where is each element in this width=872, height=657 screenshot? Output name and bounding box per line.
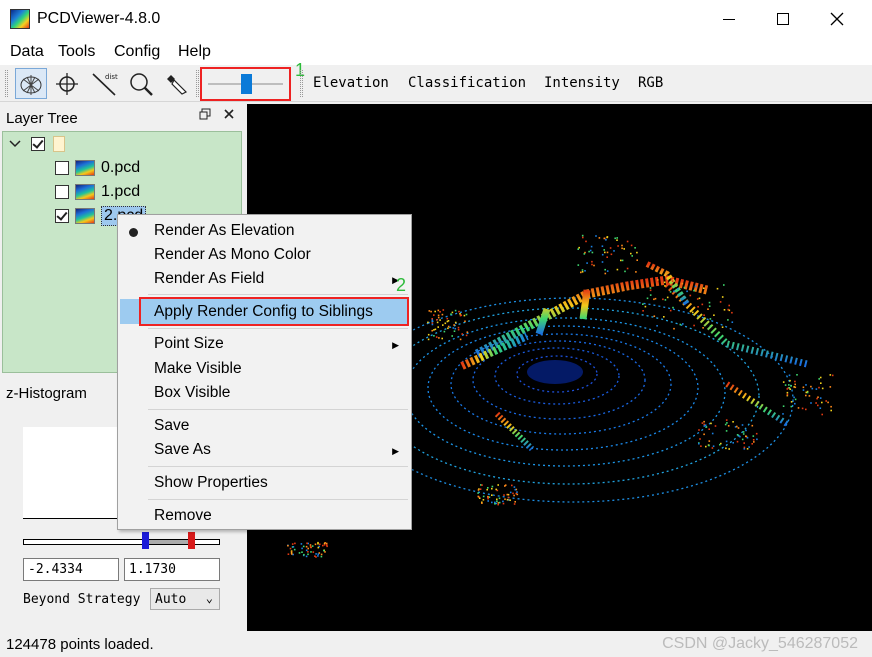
menu-separator — [148, 328, 408, 329]
menu-separator — [148, 466, 408, 467]
root-checkbox[interactable] — [31, 137, 45, 151]
range-max-handle[interactable] — [188, 532, 195, 549]
zoom-tool-icon — [130, 72, 153, 96]
file-checkbox[interactable] — [55, 209, 69, 223]
close-icon — [830, 12, 844, 26]
select-tool-button[interactable] — [15, 68, 47, 99]
annotation-box-2 — [139, 297, 409, 326]
beyond-strategy-label: Beyond Strategy — [23, 592, 141, 607]
beyond-strategy-value: Auto — [155, 592, 187, 607]
range-slider-selection — [148, 540, 192, 544]
submenu-arrow-icon: ▶ — [392, 446, 399, 456]
minimize-icon — [723, 18, 735, 20]
menu-box-visible[interactable]: Box Visible — [154, 384, 230, 402]
file-label[interactable]: 1.pcd — [101, 183, 140, 201]
menu-point-size[interactable]: Point Size — [154, 335, 224, 353]
toolbar: dist 1 Elevation Classification Intensit… — [0, 60, 872, 102]
context-menu: Render As Elevation Render As Mono Color… — [117, 214, 412, 530]
chevron-down-icon: ⌄ — [205, 591, 213, 605]
pointcloud-icon — [75, 208, 95, 224]
render-elevation-button[interactable]: Elevation — [313, 75, 389, 91]
toolbar-grip[interactable] — [300, 70, 303, 97]
close-button[interactable] — [814, 0, 860, 38]
render-intensity-button[interactable]: Intensity — [544, 75, 620, 91]
menu-render-as-elevation[interactable]: Render As Elevation — [154, 222, 294, 240]
tree-file-row[interactable]: 0.pcd — [55, 157, 140, 179]
range-min-handle[interactable] — [142, 532, 149, 549]
window-title: PCDViewer-4.8.0 — [37, 10, 161, 27]
eraser-tool-button[interactable] — [162, 68, 194, 99]
pointcloud-icon — [75, 160, 95, 176]
max-value-input[interactable]: 1.1730 — [124, 558, 220, 581]
menu-data[interactable]: Data — [10, 43, 44, 61]
folder-icon — [53, 136, 65, 152]
menu-render-as-mono-color[interactable]: Render As Mono Color — [154, 246, 311, 264]
distance-tool-button[interactable]: dist — [88, 68, 120, 99]
layer-tree-title: Layer Tree — [6, 110, 78, 127]
menu-help[interactable]: Help — [178, 43, 211, 61]
menu-render-as-field[interactable]: Render As Field — [154, 270, 264, 288]
menu-bar: Data Tools Config Help — [0, 38, 872, 65]
status-text: 124478 points loaded. — [6, 636, 154, 653]
menu-separator — [148, 409, 408, 410]
title-bar: PCDViewer-4.8.0 — [0, 0, 872, 38]
minimize-button[interactable] — [706, 0, 752, 38]
menu-config[interactable]: Config — [114, 43, 160, 61]
tree-root-row[interactable] — [9, 133, 65, 155]
crosshair-tool-icon — [56, 72, 78, 95]
crosshair-tool-button[interactable] — [51, 68, 83, 99]
point-size-slider[interactable] — [200, 67, 291, 101]
render-classification-button[interactable]: Classification — [408, 75, 526, 91]
status-bar: 124478 points loaded. CSDN @Jacky_546287… — [0, 631, 872, 657]
watermark: CSDN @Jacky_546287052 — [662, 635, 858, 652]
zoom-tool-button[interactable] — [125, 68, 157, 99]
min-value-input[interactable]: -2.4334 — [23, 558, 119, 581]
file-checkbox[interactable] — [55, 185, 69, 199]
annotation-number-2: 2 — [396, 275, 407, 295]
histogram-title: z-Histogram — [6, 385, 87, 402]
pcdviewer-window: PCDViewer-4.8.0 Data Tools Config Help d… — [0, 0, 872, 657]
radio-bullet-icon — [129, 228, 138, 237]
distance-tool-icon: dist — [92, 73, 118, 96]
menu-save-as[interactable]: Save As — [154, 441, 211, 459]
pointcloud-icon — [75, 184, 95, 200]
eraser-tool-icon — [167, 74, 188, 95]
file-checkbox[interactable] — [55, 161, 69, 175]
submenu-arrow-icon: ▶ — [392, 340, 399, 350]
slider-handle[interactable] — [241, 74, 252, 94]
file-label[interactable]: 0.pcd — [101, 159, 140, 177]
render-rgb-button[interactable]: RGB — [638, 75, 663, 91]
menu-save[interactable]: Save — [154, 417, 189, 435]
menu-separator — [148, 499, 408, 500]
beyond-strategy-select[interactable]: Auto ⌄ — [150, 588, 220, 610]
toolbar-grip[interactable] — [5, 70, 8, 97]
menu-make-visible[interactable]: Make Visible — [154, 360, 242, 378]
tree-file-row[interactable]: 1.pcd — [55, 181, 140, 203]
svg-text:dist: dist — [105, 73, 118, 81]
layer-tree-titlebar: Layer Tree — [0, 105, 245, 131]
menu-separator — [148, 294, 408, 295]
maximize-icon — [777, 13, 789, 25]
chevron-down-icon[interactable] — [9, 139, 21, 149]
maximize-button[interactable] — [760, 0, 806, 38]
menu-remove[interactable]: Remove — [154, 507, 212, 525]
toolbar-grip[interactable] — [196, 70, 199, 97]
select-tool-icon — [20, 74, 42, 95]
close-dock-icon[interactable] — [223, 108, 235, 120]
app-icon — [10, 9, 30, 29]
menu-tools[interactable]: Tools — [58, 43, 95, 61]
float-dock-icon[interactable] — [199, 108, 211, 120]
menu-show-properties[interactable]: Show Properties — [154, 474, 268, 492]
